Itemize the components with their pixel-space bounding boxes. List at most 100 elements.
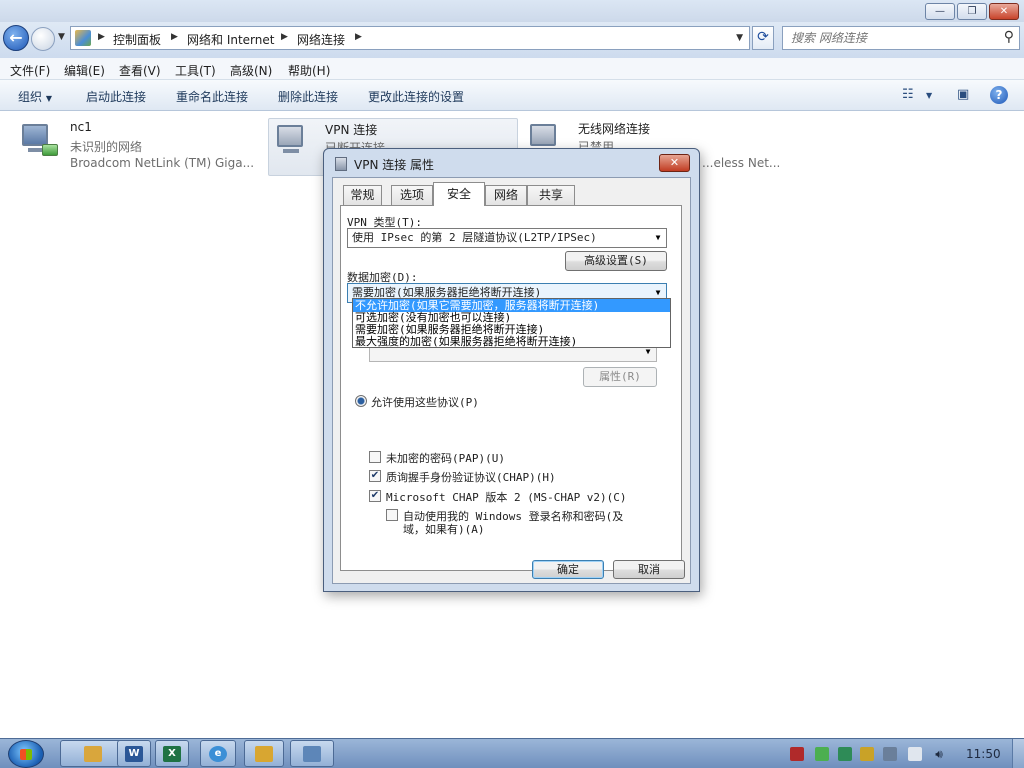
address-dropdown-icon[interactable]: ▼ xyxy=(736,33,743,43)
security-tab-panel: VPN 类型(T): 使用 IPsec 的第 2 层隧道协议(L2TP/IPSe… xyxy=(340,205,682,571)
close-icon: ✕ xyxy=(669,156,680,169)
start-connection-button[interactable]: 启动此连接 xyxy=(86,88,146,105)
close-button[interactable]: ✕ xyxy=(989,3,1019,20)
search-icon[interactable]: ⚲ xyxy=(1004,29,1014,45)
minimize-icon: — xyxy=(935,6,945,17)
tab-security[interactable]: 安全 xyxy=(433,182,485,206)
taskbar: W X e 🔊︎ 11:50 xyxy=(0,738,1024,768)
menu-view[interactable]: 查看(V) xyxy=(119,62,161,79)
dialog-body: 常规 选项 安全 网络 共享 VPN 类型(T): 使用 IPsec 的第 2 … xyxy=(332,177,691,584)
close-icon: ✕ xyxy=(999,6,1009,17)
taskbar-network-connections-button[interactable] xyxy=(290,740,334,767)
menu-advanced[interactable]: 高级(N) xyxy=(230,62,272,79)
excel-icon: X xyxy=(163,746,181,762)
connection-adapter: Broadcom NetLink (TM) Giga... xyxy=(70,156,255,170)
back-button[interactable]: ← xyxy=(3,25,29,51)
advanced-settings-button[interactable]: 高级设置(S) xyxy=(565,251,667,271)
breadcrumb-network-internet[interactable]: 网络和 Internet xyxy=(187,31,274,48)
breadcrumb-separator-icon[interactable]: ▶ xyxy=(171,32,178,42)
connection-item-nc1[interactable]: nc1 未识别的网络 Broadcom NetLink (TM) Giga... xyxy=(14,118,264,176)
organize-label: 组织 xyxy=(18,90,43,104)
chevron-down-icon: ▼ xyxy=(655,233,661,242)
refresh-button[interactable]: ⟳ xyxy=(752,26,774,50)
connection-status: 未识别的网络 xyxy=(70,140,143,154)
minimize-button[interactable]: — xyxy=(925,3,955,20)
delete-connection-button[interactable]: 删除此连接 xyxy=(278,88,338,105)
chevron-down-icon: ▼ xyxy=(45,94,52,103)
vpn-type-value: 使用 IPsec 的第 2 层隧道协议(L2TP/IPSec) xyxy=(352,231,597,244)
breadcrumb-network-connections[interactable]: 网络连接 xyxy=(297,31,345,48)
tray-update-icon[interactable] xyxy=(860,747,874,761)
tray-network-icon[interactable] xyxy=(908,747,922,761)
taskbar-ie-button[interactable]: e xyxy=(200,740,236,767)
vpn-type-select[interactable]: 使用 IPsec 的第 2 层隧道协议(L2TP/IPSec) ▼ xyxy=(347,228,667,248)
breadcrumb-separator-icon[interactable]: ▶ xyxy=(281,32,288,42)
maximize-button[interactable]: ❐ xyxy=(957,3,987,20)
dialog-title: VPN 连接 属性 xyxy=(354,158,435,172)
taskbar-excel-button[interactable]: X xyxy=(155,740,189,767)
auto-windows-logon-checkbox[interactable] xyxy=(386,509,398,521)
search-input[interactable] xyxy=(791,28,991,48)
mschapv2-checkbox[interactable]: ✔ xyxy=(369,490,381,502)
address-row: ← ▼ ▶ 控制面板 ▶ 网络和 Internet ▶ 网络连接 ▶ ▼ ⟳ ⚲ xyxy=(0,22,1024,58)
tab-sharing[interactable]: 共享 xyxy=(527,185,575,205)
recent-pages-dropdown-icon[interactable]: ▼ xyxy=(58,32,65,42)
dialog-close-button[interactable]: ✕ xyxy=(659,154,690,172)
view-dropdown-icon[interactable]: ▼ xyxy=(926,91,932,100)
volume-icon[interactable]: 🔊︎ xyxy=(932,747,946,761)
chap-label: 质询握手身份验证协议(CHAP)(H) xyxy=(386,471,556,484)
allow-protocols-radio[interactable] xyxy=(355,395,367,407)
checkmark-icon: ✔ xyxy=(370,470,380,481)
tab-options[interactable]: 选项 xyxy=(391,185,433,205)
tab-networking[interactable]: 网络 xyxy=(485,185,527,205)
organize-button[interactable]: 组织 ▼ xyxy=(18,88,52,105)
connection-name: 无线网络连接 xyxy=(578,122,651,136)
start-button[interactable] xyxy=(8,740,44,768)
help-icon[interactable]: ? xyxy=(990,86,1008,104)
ok-button[interactable]: 确定 xyxy=(532,560,604,579)
breadcrumb-separator-icon[interactable]: ▶ xyxy=(98,32,105,42)
command-bar: 组织 ▼ 启动此连接 重命名此连接 删除此连接 更改此连接的设置 ☷ ▼ ▣ ? xyxy=(0,80,1024,111)
connection-name: VPN 连接 xyxy=(325,123,378,137)
app-icon xyxy=(255,746,273,762)
back-arrow-icon: ← xyxy=(9,28,23,47)
taskbar-app-button[interactable] xyxy=(244,740,284,767)
word-icon: W xyxy=(125,746,143,762)
folder-icon xyxy=(84,746,102,762)
chap-checkbox[interactable]: ✔ xyxy=(369,470,381,482)
cancel-button[interactable]: 取消 xyxy=(613,560,685,579)
preview-pane-icon[interactable]: ▣ xyxy=(957,87,969,102)
show-desktop-button[interactable] xyxy=(1012,739,1024,768)
forward-button[interactable] xyxy=(31,27,55,51)
breadcrumb-control-panel[interactable]: 控制面板 xyxy=(113,31,161,48)
menu-file[interactable]: 文件(F) xyxy=(10,62,50,79)
tray-security-icon[interactable] xyxy=(815,747,829,761)
windows-logo-icon xyxy=(20,749,32,760)
network-connections-icon xyxy=(303,746,321,762)
taskbar-word-button[interactable]: W xyxy=(117,740,151,767)
rename-connection-button[interactable]: 重命名此连接 xyxy=(176,88,248,105)
view-options-icon[interactable]: ☷ xyxy=(902,87,914,102)
breadcrumb-separator-icon[interactable]: ▶ xyxy=(355,32,362,42)
checkmark-icon: ✔ xyxy=(370,490,380,501)
search-box[interactable]: ⚲ xyxy=(782,26,1020,50)
control-panel-icon xyxy=(75,30,91,46)
menu-help[interactable]: 帮助(H) xyxy=(288,62,330,79)
clock[interactable]: 11:50 xyxy=(966,747,1001,761)
maximize-icon: ❐ xyxy=(967,6,977,17)
change-settings-button[interactable]: 更改此连接的设置 xyxy=(368,88,464,105)
encryption-dropdown-list: 不允许加密(如果它需要加密，服务器将断开连接) 可选加密(没有加密也可以连接) … xyxy=(352,298,671,348)
menu-tools[interactable]: 工具(T) xyxy=(175,62,216,79)
network-adapter-icon xyxy=(20,122,58,158)
tray-shield-icon[interactable] xyxy=(838,747,852,761)
tab-general[interactable]: 常规 xyxy=(343,185,382,205)
tray-app-icon[interactable] xyxy=(790,747,804,761)
auto-windows-logon-label-line2: 域，如果有)(A) xyxy=(403,523,485,536)
address-bar[interactable]: ▶ 控制面板 ▶ 网络和 Internet ▶ 网络连接 ▶ ▼ xyxy=(70,26,750,50)
connection-adapter: ...eless Net... xyxy=(702,156,781,170)
tray-device-icon[interactable] xyxy=(883,747,897,761)
pap-label: 未加密的密码(PAP)(U) xyxy=(386,452,505,465)
pap-checkbox[interactable] xyxy=(369,451,381,463)
menu-edit[interactable]: 编辑(E) xyxy=(64,62,105,79)
encryption-option-maximum[interactable]: 最大强度的加密(如果服务器拒绝将断开连接) xyxy=(353,335,670,348)
